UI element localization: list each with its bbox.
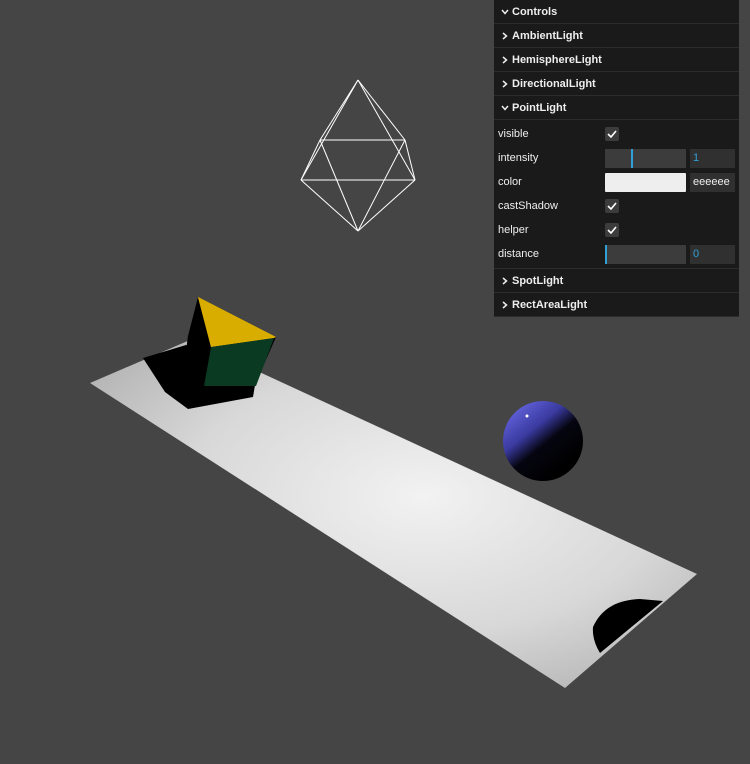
- prop-color-row: color eeeeee: [494, 170, 739, 194]
- chevron-right-icon: [499, 276, 511, 285]
- folder-label: AmbientLight: [512, 29, 583, 42]
- specular-highlight: [525, 414, 529, 418]
- chevron-down-icon: [499, 105, 511, 111]
- folder-point-light[interactable]: PointLight: [494, 96, 739, 120]
- prop-label: castShadow: [498, 200, 558, 212]
- folder-ambient-light[interactable]: AmbientLight: [494, 24, 739, 48]
- chevron-right-icon: [499, 79, 511, 88]
- sphere-mesh: [503, 401, 583, 481]
- chevron-right-icon: [499, 300, 511, 309]
- checkmark-icon: [607, 202, 617, 210]
- distance-slider[interactable]: [605, 244, 686, 264]
- folder-label: HemisphereLight: [512, 53, 602, 66]
- chevron-down-icon: [499, 9, 511, 15]
- controls-title-row[interactable]: Controls: [494, 0, 739, 24]
- folder-label: RectAreaLight: [512, 298, 588, 311]
- prop-label: color: [498, 176, 522, 188]
- intensity-slider[interactable]: [605, 148, 686, 168]
- folder-label: DirectionalLight: [512, 77, 596, 90]
- checkmark-icon: [607, 130, 617, 138]
- controls-title: Controls: [512, 5, 558, 18]
- color-swatch[interactable]: [605, 172, 686, 192]
- prop-label: distance: [498, 248, 539, 260]
- distance-input[interactable]: 0: [690, 244, 735, 264]
- intensity-input[interactable]: 1: [690, 148, 735, 168]
- slider-handle[interactable]: [631, 148, 633, 168]
- prop-distance-row: distance 0: [494, 242, 739, 266]
- prop-label: visible: [498, 128, 529, 140]
- prop-helper-row: helper: [494, 218, 739, 242]
- folder-hemisphere-light[interactable]: HemisphereLight: [494, 48, 739, 72]
- cast-shadow-checkbox[interactable]: [605, 199, 619, 213]
- prop-intensity-row: intensity 1: [494, 146, 739, 170]
- prop-label: intensity: [498, 152, 539, 164]
- folder-spot-light[interactable]: SpotLight: [494, 269, 739, 293]
- color-hex-input[interactable]: eeeeee: [690, 172, 735, 192]
- prop-label: helper: [498, 224, 529, 236]
- folder-label: PointLight: [512, 101, 567, 114]
- checkmark-icon: [607, 226, 617, 234]
- point-light-properties: visible intensity 1 color eeeeee castSha…: [494, 120, 739, 269]
- chevron-right-icon: [499, 31, 511, 40]
- folder-directional-light[interactable]: DirectionalLight: [494, 72, 739, 96]
- slider-handle[interactable]: [605, 244, 607, 264]
- prop-cast-shadow-row: castShadow: [494, 194, 739, 218]
- folder-rect-area-light[interactable]: RectAreaLight: [494, 293, 739, 317]
- helper-checkbox[interactable]: [605, 223, 619, 237]
- folder-label: SpotLight: [512, 274, 564, 287]
- point-light-helper: [300, 79, 416, 232]
- chevron-right-icon: [499, 55, 511, 64]
- controls-panel: Controls AmbientLight HemisphereLight Di…: [494, 0, 739, 317]
- visible-checkbox[interactable]: [605, 127, 619, 141]
- prop-visible-row: visible: [494, 122, 739, 146]
